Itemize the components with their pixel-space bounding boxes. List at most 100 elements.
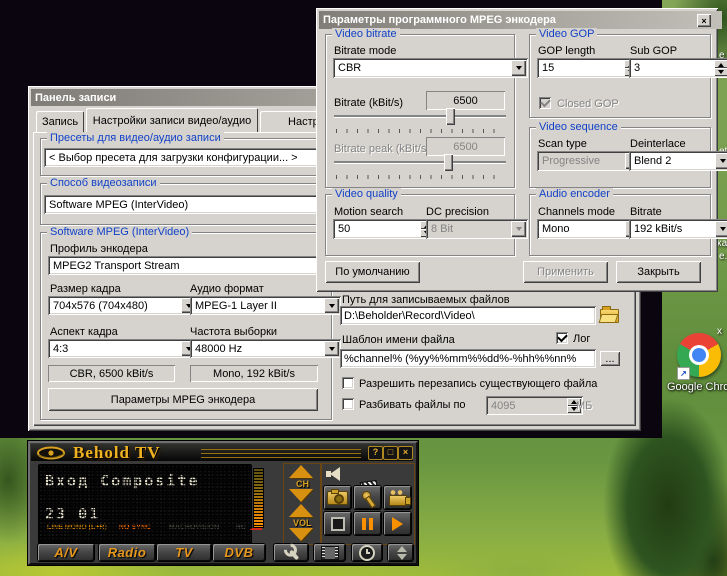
stop-button[interactable] xyxy=(324,512,351,535)
log-checkbox-label: Лог xyxy=(573,333,590,345)
scan-type-label: Scan type xyxy=(538,138,587,150)
deinterlace-value: Blend 2 xyxy=(634,155,671,167)
chevron-down-icon[interactable] xyxy=(324,341,339,356)
video-record-button[interactable] xyxy=(384,486,411,509)
template-browse-button[interactable]: ... xyxy=(600,351,620,366)
gop-length-spinner[interactable]: 15 xyxy=(537,58,640,78)
deinterlace-label: Deinterlace xyxy=(630,138,686,150)
tab-video-audio-settings[interactable]: Настройки записи видео/аудио xyxy=(86,108,258,133)
pause-button[interactable] xyxy=(354,512,381,535)
dvb-mode-label: DVB xyxy=(225,545,254,560)
preset-select[interactable]: < Выбор пресета для загрузки конфигураци… xyxy=(44,148,347,167)
folder-browse-icon[interactable] xyxy=(600,309,619,323)
sample-rate-select[interactable]: 48000 Hz xyxy=(190,339,341,358)
split-size-spinner[interactable]: 4095 xyxy=(486,396,583,415)
av-mode-button[interactable]: A/V xyxy=(38,544,94,561)
audio-format-value: MPEG-1 Layer II xyxy=(195,300,277,312)
audio-bitrate-label: Bitrate xyxy=(630,206,662,218)
bitrate-mode-select[interactable]: CBR xyxy=(333,58,528,78)
bitrate-slider-thumb[interactable] xyxy=(446,108,455,125)
mpeg-params-button[interactable]: Параметры MPEG энкодера xyxy=(48,388,318,411)
channels-mode-value: Mono xyxy=(542,223,570,235)
spin-up-button[interactable] xyxy=(714,60,727,68)
bitrate-slider-track[interactable] xyxy=(334,115,506,117)
channels-mode-select[interactable]: Mono xyxy=(537,219,642,239)
channel-down-button[interactable] xyxy=(289,489,313,502)
macrovision-indicator: MACROVISION xyxy=(169,524,219,531)
apply-button[interactable]: Применить xyxy=(523,261,608,283)
motion-search-label: Motion search xyxy=(334,206,403,218)
filename-template-input[interactable] xyxy=(340,349,596,368)
motion-search-spinner[interactable]: 50 xyxy=(333,219,436,239)
chevron-down-icon[interactable] xyxy=(511,60,526,76)
recorded-files-button[interactable] xyxy=(314,544,345,561)
mpeg-encoder-dialog: Параметры программного MPEG энкодера × V… xyxy=(316,8,718,292)
record-path-input[interactable] xyxy=(340,306,596,325)
deinterlace-select[interactable]: Blend 2 xyxy=(629,151,727,171)
split-files-checkbox[interactable] xyxy=(342,398,354,410)
bitrate-peak-label: Bitrate peak (kBit/s) xyxy=(334,143,430,155)
minimize-icon[interactable]: □ xyxy=(383,446,398,460)
bitrate-label: Bitrate (kBit/s) xyxy=(334,97,403,109)
wrench-icon xyxy=(278,540,303,565)
channel-label: CH xyxy=(296,479,309,489)
volume-down-button[interactable] xyxy=(289,528,313,541)
chevron-down-icon[interactable] xyxy=(715,221,727,237)
check-icon xyxy=(557,332,568,343)
bitrate-peak-slider-track[interactable] xyxy=(334,161,506,163)
scheduler-button[interactable] xyxy=(352,544,382,561)
video-bitrate-group-title: Video bitrate xyxy=(332,28,400,40)
dc-precision-value: 8 Bit xyxy=(431,223,453,235)
lcd-display: Вход Composite 23 01 LINE MONO (L+R) NO … xyxy=(38,464,252,544)
gop-length-value: 15 xyxy=(542,62,554,74)
dvb-mode-button[interactable]: DVB xyxy=(213,544,265,561)
tv-mode-button[interactable]: TV xyxy=(157,544,211,561)
record-method-select[interactable]: Software MPEG (InterVideo) xyxy=(44,195,349,214)
video-quality-group-title: Video quality xyxy=(332,188,401,200)
chevron-down-icon[interactable] xyxy=(715,153,727,169)
snapshot-button[interactable] xyxy=(324,486,351,509)
rc-indicator: RC xyxy=(236,524,246,531)
close-icon[interactable]: × xyxy=(398,446,413,460)
software-mpeg-group-title: Software MPEG (InterVideo) xyxy=(47,226,192,238)
no-sync-indicator: NO SYNC xyxy=(119,524,151,531)
record-method-value: Software MPEG (InterVideo) xyxy=(49,199,188,211)
defaults-button[interactable]: По умолчанию xyxy=(325,261,420,283)
close-button[interactable]: Закрыть xyxy=(616,261,701,283)
channel-up-button[interactable] xyxy=(289,465,313,478)
tab-record[interactable]: Запись xyxy=(36,111,84,132)
scan-type-select[interactable]: Progressive xyxy=(537,151,642,171)
overwrite-checkbox[interactable] xyxy=(342,377,354,389)
audio-record-button[interactable] xyxy=(354,486,381,509)
spin-down-button[interactable] xyxy=(714,68,727,76)
collapse-button[interactable] xyxy=(388,544,413,561)
help-icon[interactable]: ? xyxy=(368,446,383,460)
camera-icon xyxy=(327,491,348,505)
sub-gop-spinner[interactable]: 3 xyxy=(629,58,727,78)
play-button[interactable] xyxy=(384,512,411,535)
dc-precision-select[interactable]: 8 Bit xyxy=(426,219,528,239)
volume-label: VOL xyxy=(293,518,312,528)
closed-gop-checkbox[interactable] xyxy=(539,97,551,109)
bitrate-peak-slider-thumb[interactable] xyxy=(444,154,453,171)
mpeg-dialog-titlebar[interactable]: Параметры программного MPEG энкодера xyxy=(319,11,722,29)
chevron-down-icon[interactable] xyxy=(511,221,526,237)
audio-bitrate-select[interactable]: 192 kBit/s xyxy=(629,219,727,239)
chevron-down-icon[interactable] xyxy=(324,298,339,313)
lcd-clock-text: 23 01 xyxy=(45,505,100,523)
record-path-label: Путь для записываемых файлов xyxy=(342,294,510,306)
aspect-select[interactable]: 4:3 xyxy=(48,339,198,358)
audio-format-select[interactable]: MPEG-1 Layer II xyxy=(190,296,341,315)
volume-up-button[interactable] xyxy=(289,504,313,517)
frame-size-select[interactable]: 704x576 (704x480) xyxy=(48,296,198,315)
radio-mode-button[interactable]: Radio xyxy=(99,544,155,561)
pause-icon xyxy=(362,518,373,530)
encoder-profile-select[interactable]: MPEG2 Transport Stream xyxy=(48,256,343,275)
radio-mode-label: Radio xyxy=(108,545,147,560)
sample-rate-label: Частота выборки xyxy=(190,326,277,338)
close-icon[interactable]: × xyxy=(697,14,711,27)
log-checkbox[interactable] xyxy=(556,332,568,344)
mute-speaker-icon[interactable] xyxy=(326,467,343,481)
beholdtv-titlebar[interactable]: Behold TV ? □ × xyxy=(31,444,413,461)
settings-button[interactable] xyxy=(274,544,308,561)
